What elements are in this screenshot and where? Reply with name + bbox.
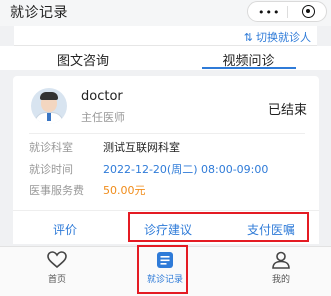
visit-time-label: 就诊时间	[29, 163, 73, 176]
capsule-divider	[287, 6, 288, 18]
switch-patient-label: 切换就诊人	[256, 31, 311, 44]
highlight-box-nav	[137, 245, 188, 294]
nav-label-home: 首页	[47, 275, 66, 285]
avatar-hair	[40, 92, 58, 100]
evaluate-button[interactable]: 评价	[53, 221, 77, 238]
card-divider	[29, 133, 305, 134]
consult-tabs: 图文咨询 视频问诊	[0, 46, 331, 70]
close-target-icon[interactable]	[302, 5, 315, 18]
mini-program-capsule[interactable]: •••	[247, 1, 327, 22]
doctor-title: 主任医师	[81, 111, 125, 124]
visit-time-value: 2022-12-20(周二) 08:00-09:00	[103, 163, 269, 176]
visit-record-card[interactable]: doctor 主任医师 已结束 就诊科室 测试互联网科室 就诊时间 2022-1…	[13, 76, 319, 216]
status-badge: 已结束	[268, 103, 308, 118]
service-fee-value: 50.00元	[103, 184, 146, 197]
doctor-avatar	[31, 88, 67, 124]
nav-item-home[interactable]: 首页	[27, 251, 87, 285]
tab-text-consult[interactable]: 图文咨询	[0, 50, 166, 69]
switch-patient-button[interactable]: ⇅ 切换就诊人	[244, 29, 311, 45]
page-title: 就诊记录	[10, 5, 68, 21]
department-label: 就诊科室	[29, 141, 73, 154]
heart-icon	[47, 251, 67, 269]
avatar-tie	[47, 113, 51, 121]
active-tab-indicator	[202, 67, 296, 69]
service-fee-label: 医事服务费	[29, 184, 84, 197]
nav-item-mine[interactable]: 我的	[251, 251, 311, 285]
nav-label-mine: 我的	[271, 275, 290, 285]
user-icon	[272, 251, 290, 269]
nav-header: 就诊记录 •••	[0, 0, 331, 26]
department-value: 测试互联网科室	[103, 141, 180, 154]
highlight-box-actions	[128, 212, 309, 242]
switch-patient-bar: ⇅ 切换就诊人	[14, 26, 317, 46]
switch-icon: ⇅	[243, 30, 253, 44]
more-icon[interactable]: •••	[258, 6, 280, 19]
doctor-name: doctor	[81, 89, 123, 104]
